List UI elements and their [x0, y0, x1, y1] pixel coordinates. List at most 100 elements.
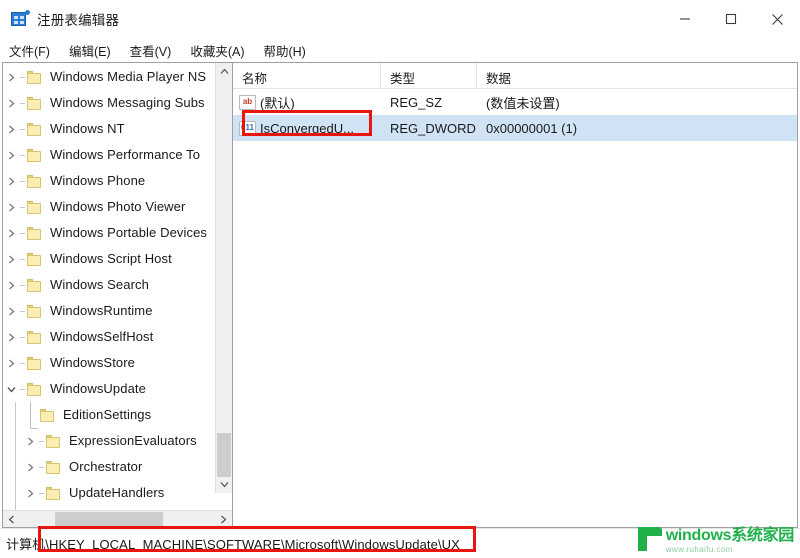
tree-node[interactable]: Windows Media Player NS [3, 64, 215, 90]
tree-node[interactable]: ExpressionEvaluators [3, 428, 215, 454]
title-bar: 注册表编辑器 [0, 0, 800, 38]
folder-icon [45, 434, 62, 449]
tree-connector [20, 206, 25, 208]
chevron-right-icon[interactable] [3, 333, 20, 342]
main-content: Windows Media Player NS Windows Messaging… [0, 62, 800, 528]
tree-node-label: Windows NT [50, 121, 125, 136]
tree-node[interactable]: Windows Portable Devices [3, 220, 215, 246]
tree-scroll-thumb[interactable] [217, 433, 231, 477]
tree-node-label: Windows Search [50, 277, 149, 292]
tree-horizontal-scrollbar[interactable] [3, 510, 232, 527]
menu-favorites[interactable]: 收藏夹(A) [190, 39, 253, 62]
chevron-down-icon[interactable] [3, 386, 20, 393]
tree-node[interactable]: Windows NT [3, 116, 215, 142]
scroll-right-icon[interactable] [215, 511, 232, 528]
tree-connector [20, 258, 25, 260]
tree-node-label: Windows Script Host [50, 251, 172, 266]
folder-icon [26, 252, 43, 267]
folder-icon [26, 148, 43, 163]
tree-connector [20, 154, 25, 156]
tree-connector [20, 232, 25, 234]
tree-vertical-scrollbar[interactable] [215, 63, 232, 493]
tree-node[interactable]: Windows Search [3, 272, 215, 298]
registry-editor-window: 注册表编辑器 文件(F) 编辑(E) 查看(V) 收藏夹(A) 帮助(H) Wi… [0, 0, 800, 558]
tree-node[interactable]: UpdateHandlers [3, 480, 215, 506]
chevron-right-icon[interactable] [3, 125, 20, 134]
tree-node-label: Orchestrator [69, 459, 143, 474]
tree-connector [39, 492, 44, 494]
tree-hscroll-thumb[interactable] [55, 512, 163, 526]
folder-icon [26, 278, 43, 293]
watermark-url: www.ruhaifu.com [665, 545, 733, 554]
folder-icon [26, 382, 43, 397]
tree-connector [20, 102, 25, 104]
table-row[interactable]: 011 IsConvergedU... REG_DWORD 0x00000001 (1… [233, 115, 797, 141]
tree-node[interactable]: Windows Photo Viewer [3, 194, 215, 220]
folder-icon [26, 356, 43, 371]
chevron-right-icon[interactable] [3, 177, 20, 186]
chevron-right-icon[interactable] [3, 359, 20, 368]
value-data-cell: 0x00000001 (1) [486, 120, 578, 136]
scroll-up-icon[interactable] [216, 63, 232, 80]
folder-icon [26, 174, 43, 189]
close-button[interactable] [754, 0, 800, 38]
chevron-right-icon[interactable] [3, 99, 20, 108]
column-headers: 名称 类型 数据 [233, 63, 797, 89]
chevron-right-icon[interactable] [22, 463, 39, 472]
column-header-data[interactable]: 数据 [477, 63, 797, 88]
tree-connector [20, 284, 25, 286]
window-title: 注册表编辑器 [37, 13, 120, 28]
tree-connector [39, 440, 44, 442]
tree-connector [20, 128, 25, 130]
scroll-down-icon[interactable] [216, 476, 232, 493]
tree-node[interactable]: Windows Performance To [3, 142, 215, 168]
tree-node[interactable]: WindowsUpdate [3, 376, 215, 402]
menu-help[interactable]: 帮助(H) [263, 39, 314, 62]
chevron-right-icon[interactable] [22, 489, 39, 498]
tree-node-label: WindowsSelfHost [50, 329, 154, 344]
chevron-right-icon[interactable] [3, 307, 20, 316]
value-name-label: IsConvergedU... [260, 120, 354, 136]
chevron-right-icon[interactable] [3, 151, 20, 160]
menu-bar: 文件(F) 编辑(E) 查看(V) 收藏夹(A) 帮助(H) [0, 38, 800, 62]
folder-icon [45, 486, 62, 501]
value-type-cell: REG_SZ [390, 94, 443, 110]
registry-value-rows: ab (默认) REG_SZ (数值未设置) 011 IsConvergedU... REG… [233, 89, 797, 527]
value-icon-text: ab [242, 96, 253, 106]
chevron-right-icon[interactable] [3, 203, 20, 212]
tree-node[interactable]: Orchestrator [3, 454, 215, 480]
menu-file[interactable]: 文件(F) [9, 39, 59, 62]
column-header-type[interactable]: 类型 [381, 63, 477, 88]
folder-icon [26, 304, 43, 319]
tree-node[interactable]: Windows Script Host [3, 246, 215, 272]
value-type-cell: REG_DWORD [390, 120, 476, 136]
tree-node-label: UpdateHandlers [69, 485, 165, 500]
tree-node[interactable]: Windows Phone [3, 168, 215, 194]
tree-node[interactable]: Windows Messaging Subs [3, 90, 215, 116]
watermark-logo-icon [637, 525, 664, 551]
tree-node[interactable]: EditionSettings [3, 402, 215, 429]
tree-connector [20, 362, 25, 364]
menu-edit[interactable]: 编辑(E) [69, 39, 120, 62]
tree-connector [39, 466, 44, 468]
menu-view[interactable]: 查看(V) [130, 39, 181, 62]
tree-node-label: Windows Phone [50, 173, 146, 188]
chevron-right-icon[interactable] [3, 255, 20, 264]
folder-icon [26, 122, 43, 137]
table-row[interactable]: ab (默认) REG_SZ (数值未设置) [233, 89, 797, 115]
chevron-right-icon[interactable] [22, 437, 39, 446]
chevron-right-icon[interactable] [3, 73, 20, 82]
minimize-button[interactable] [662, 0, 708, 38]
registry-tree: Windows Media Player NS Windows Messaging… [3, 63, 215, 510]
column-header-name[interactable]: 名称 [233, 63, 381, 88]
chevron-right-icon[interactable] [3, 229, 20, 238]
value-icon-text: 011 [241, 122, 254, 132]
chevron-right-icon[interactable] [3, 281, 20, 290]
maximize-button[interactable] [708, 0, 754, 38]
scroll-left-icon[interactable] [3, 511, 20, 528]
folder-icon [26, 200, 43, 215]
tree-node-label: Windows Portable Devices [50, 225, 208, 240]
tree-node[interactable]: WindowsRuntime [3, 298, 215, 324]
tree-node[interactable]: WindowsStore [3, 350, 215, 376]
tree-node[interactable]: WindowsSelfHost [3, 324, 215, 350]
